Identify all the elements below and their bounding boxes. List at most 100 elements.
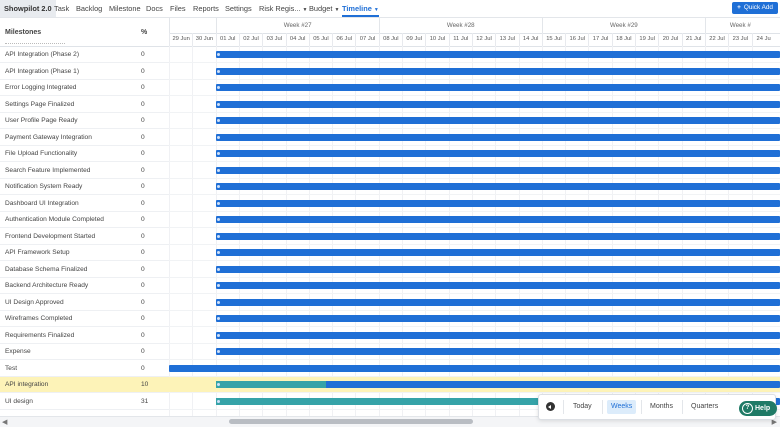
weeks-button[interactable]: Weeks — [607, 400, 637, 414]
milestone-percent: 0 — [141, 282, 145, 289]
nav-tab-risk-register[interactable]: Risk Regis... ▼ — [259, 0, 308, 17]
day-column-header: 16 Jul — [565, 33, 588, 46]
bar-handle-icon[interactable] — [217, 399, 220, 403]
milestone-bar[interactable] — [216, 67, 780, 75]
milestones-column-header[interactable]: Milestones — [5, 29, 41, 36]
milestone-bar[interactable] — [216, 249, 780, 256]
milestone-row[interactable]: Dashboard UI Integration 0 — [0, 196, 169, 212]
bar-handle-icon[interactable] — [217, 350, 220, 353]
milestone-row[interactable]: API Integration (Phase 1) 0 — [0, 64, 169, 80]
project-name[interactable]: Showpilot 2.0 — [0, 0, 56, 17]
bar-handle-icon[interactable] — [217, 284, 220, 287]
day-column-header: 18 Jul — [611, 33, 635, 46]
milestone-bar[interactable] — [216, 133, 780, 141]
nav-tab-timeline[interactable]: Timeline ▼ — [342, 0, 379, 17]
milestone-row[interactable]: Backend Architecture Ready 0 — [0, 278, 169, 294]
bar-handle-icon[interactable] — [217, 152, 220, 155]
milestone-bar[interactable] — [216, 51, 780, 58]
milestone-row[interactable]: Settings Page Finalized 0 — [0, 97, 169, 113]
help-button[interactable]: ? Help — [739, 401, 777, 416]
milestone-bar[interactable] — [216, 100, 780, 108]
milestone-row[interactable]: UI Design Approved 0 — [0, 295, 169, 311]
milestone-row[interactable]: Search Feature Implemented 0 — [0, 163, 169, 179]
nav-tab-task[interactable]: Task — [54, 0, 69, 17]
milestone-bar[interactable] — [216, 150, 780, 157]
milestone-row[interactable]: UI design 31 — [0, 394, 169, 410]
bar-handle-icon[interactable] — [217, 69, 220, 73]
nav-tab-docs[interactable]: Docs — [146, 0, 163, 17]
milestone-bar[interactable] — [216, 117, 780, 124]
bar-handle-icon[interactable] — [217, 251, 220, 254]
milestone-bar[interactable] — [216, 216, 780, 223]
milestone-row[interactable]: API integration 10 — [0, 377, 169, 393]
quarters-button[interactable]: Quarters — [687, 400, 722, 414]
nav-tab-backlog[interactable]: Backlog — [76, 0, 102, 17]
bar-handle-icon[interactable] — [217, 135, 220, 139]
milestone-bar[interactable] — [216, 298, 780, 306]
bar-handle-icon[interactable] — [217, 267, 220, 271]
milestone-percent: 0 — [141, 331, 145, 339]
milestone-row[interactable]: Notification System Ready 0 — [0, 179, 169, 195]
bar-handle-icon[interactable] — [217, 119, 220, 122]
percent-column-header[interactable]: % — [141, 29, 147, 36]
milestone-bar[interactable] — [216, 331, 780, 339]
bar-handle-icon[interactable] — [217, 185, 220, 188]
day-column-header: 09 Jul — [402, 33, 425, 46]
milestone-bar[interactable] — [169, 364, 780, 372]
day-column-header: 22 Jul — [704, 33, 728, 46]
milestone-row[interactable]: Payment Gateway Integration 0 — [0, 130, 169, 146]
bar-handle-icon[interactable] — [217, 300, 220, 304]
milestone-bar[interactable] — [216, 315, 780, 322]
bar-handle-icon[interactable] — [217, 102, 220, 106]
milestone-row[interactable]: User Profile Page Ready 0 — [0, 113, 169, 129]
milestone-bar[interactable] — [216, 265, 780, 273]
milestone-bar[interactable] — [216, 183, 780, 190]
timeline-row — [169, 361, 780, 377]
milestone-bar[interactable] — [216, 381, 780, 388]
timeline-row — [169, 130, 780, 146]
milestone-row[interactable]: Database Schema Finalized 0 — [0, 262, 169, 278]
bar-handle-icon[interactable] — [217, 201, 220, 205]
milestone-name: Expense — [5, 348, 31, 355]
milestone-bar[interactable] — [216, 348, 780, 355]
bar-handle-icon[interactable] — [217, 168, 220, 172]
milestone-row[interactable]: Frontend Development Started 0 — [0, 229, 169, 245]
milestone-name: API Integration (Phase 1) — [5, 67, 80, 75]
nav-tab-budget[interactable]: Budget ▼ — [309, 0, 339, 17]
nav-tab-settings[interactable]: Settings — [225, 0, 252, 17]
months-button[interactable]: Months — [646, 400, 677, 414]
bar-handle-icon[interactable] — [217, 53, 220, 56]
milestone-row[interactable]: File Upload Functionality 0 — [0, 146, 169, 162]
bar-handle-icon[interactable] — [217, 86, 220, 89]
bar-handle-icon[interactable] — [217, 234, 220, 238]
today-button[interactable]: Today — [569, 400, 596, 414]
milestone-row[interactable]: Authentication Module Completed 0 — [0, 212, 169, 228]
nav-tab-milestone[interactable]: Milestone — [109, 0, 141, 17]
milestone-bar[interactable] — [216, 84, 780, 91]
nav-tab-files[interactable]: Files — [170, 0, 186, 17]
milestone-row[interactable]: Requirements Finalized 0 — [0, 328, 169, 344]
milestone-bar[interactable] — [216, 166, 780, 174]
milestone-row[interactable]: Expense 0 — [0, 344, 169, 360]
bar-handle-icon[interactable] — [217, 218, 220, 221]
milestone-bar[interactable] — [216, 282, 780, 289]
timeline-row — [169, 278, 780, 294]
milestone-bar[interactable] — [216, 232, 780, 240]
nav-tab-reports[interactable]: Reports — [193, 0, 219, 17]
milestone-row[interactable]: Wireframes Completed 0 — [0, 311, 169, 327]
chevron-down-icon: ▼ — [334, 7, 340, 13]
collapse-arrow-icon[interactable] — [546, 402, 555, 411]
milestone-row[interactable]: API Framework Setup 0 — [0, 245, 169, 261]
timeline-row — [169, 311, 780, 327]
bar-handle-icon[interactable] — [217, 317, 220, 320]
milestone-bar[interactable] — [216, 199, 780, 207]
day-column-header: 04 Jul — [285, 33, 309, 46]
quick-add-button[interactable]: + Quick Add — [732, 2, 778, 14]
scroll-left-icon[interactable]: ◀ — [2, 418, 7, 426]
bar-handle-icon[interactable] — [217, 383, 220, 386]
milestone-row[interactable]: Error Logging Integrated 0 — [0, 80, 169, 96]
bar-handle-icon[interactable] — [217, 333, 220, 337]
scrollbar-thumb[interactable] — [229, 419, 473, 424]
milestone-row[interactable]: Test 0 — [0, 361, 169, 377]
milestone-row[interactable]: API Integration (Phase 2) 0 — [0, 47, 169, 63]
